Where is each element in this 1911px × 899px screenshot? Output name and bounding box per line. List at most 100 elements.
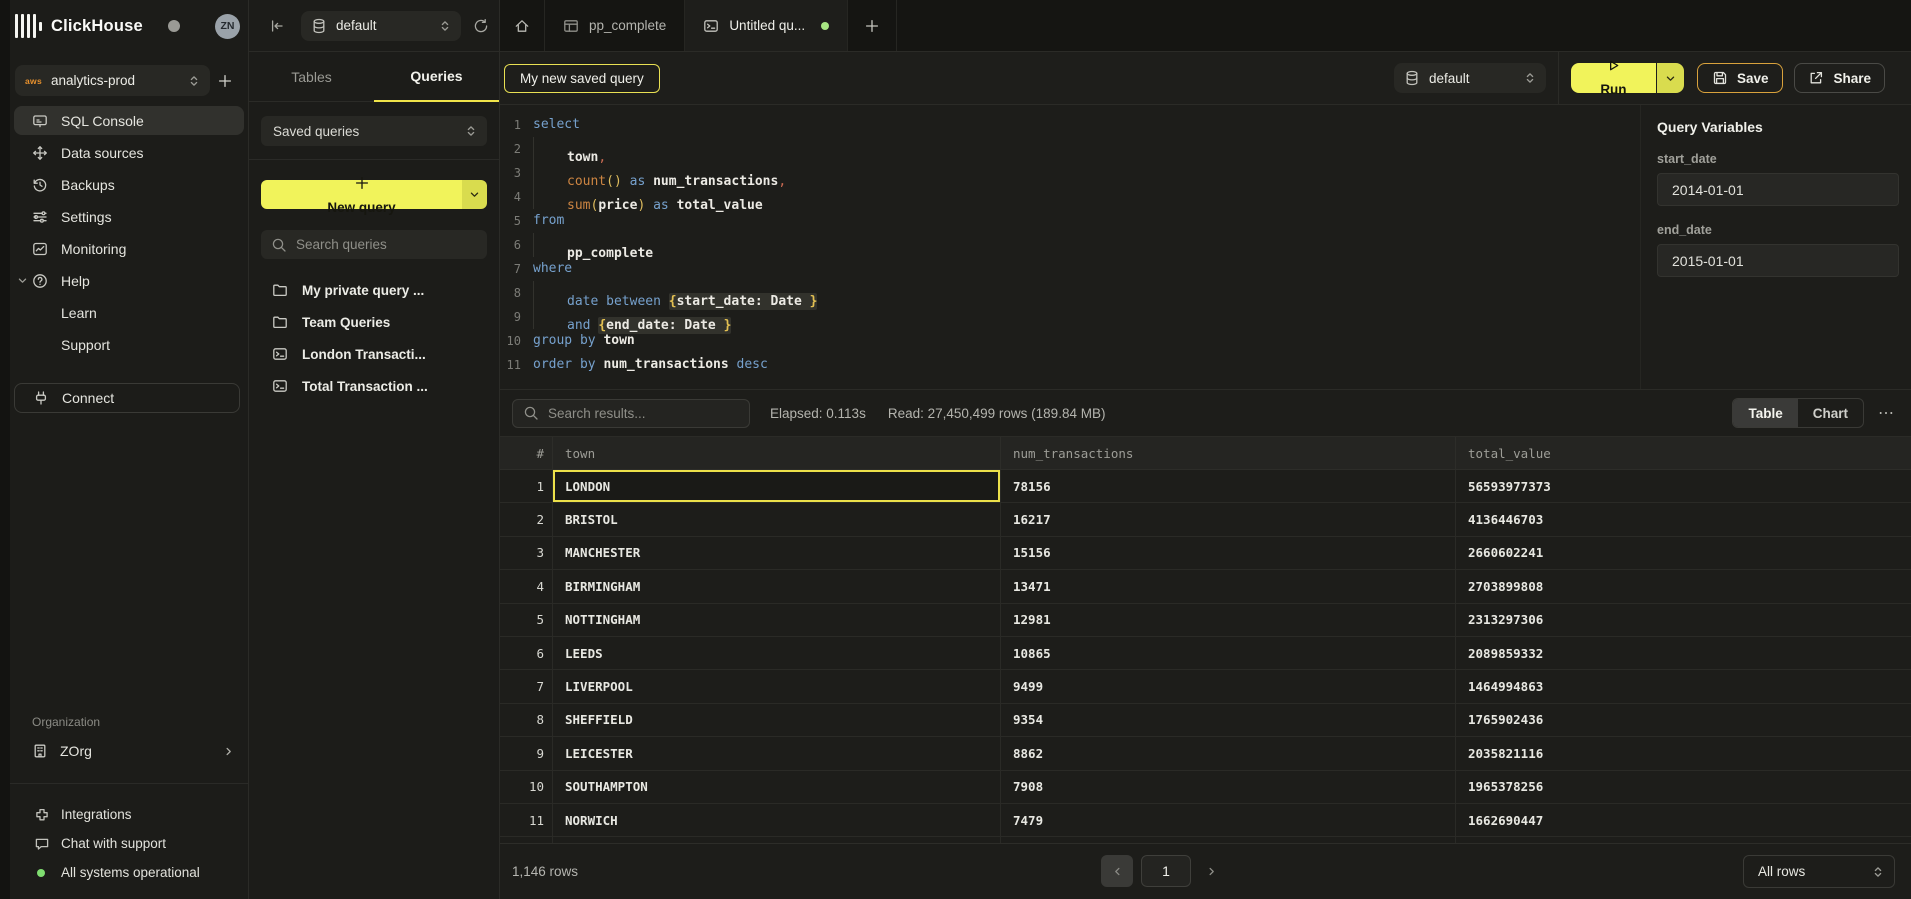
column-header-total_value[interactable]: total_value: [1455, 437, 1911, 469]
table-cell[interactable]: 78156: [1000, 470, 1455, 502]
sidebar-item-monitoring[interactable]: Monitoring: [14, 234, 244, 263]
table-cell[interactable]: 12981: [1000, 604, 1455, 636]
table-cell[interactable]: 56593977373: [1455, 470, 1911, 502]
table-icon: [563, 18, 579, 34]
column-header-index[interactable]: #: [500, 437, 552, 469]
saved-query-name-button[interactable]: My new saved query: [504, 64, 660, 93]
run-button[interactable]: Run: [1571, 63, 1684, 93]
table-cell[interactable]: 1464994863: [1455, 670, 1911, 702]
saved-queries-dropdown[interactable]: Saved queries: [261, 116, 487, 146]
more-options-icon[interactable]: ⋯: [1878, 403, 1895, 423]
tab-tables[interactable]: Tables: [249, 52, 374, 102]
table-cell[interactable]: 1765902436: [1455, 704, 1911, 736]
table-cell[interactable]: SHEFFIELD: [552, 704, 1000, 736]
organization-selector[interactable]: ZOrg: [10, 736, 248, 766]
save-icon: [1712, 70, 1728, 86]
table-cell[interactable]: 2703899808: [1455, 570, 1911, 602]
table-cell[interactable]: 16217: [1000, 503, 1455, 535]
read-stat: Read: 27,450,499 rows (189.84 MB): [888, 406, 1106, 421]
home-tab[interactable]: [500, 0, 545, 51]
table-cell[interactable]: 7908: [1000, 771, 1455, 803]
table-cell[interactable]: 1965378256: [1455, 771, 1911, 803]
elapsed-stat: Elapsed: 0.113s: [770, 406, 866, 421]
table-cell[interactable]: 1662690447: [1455, 804, 1911, 836]
table-cell[interactable]: 2313297306: [1455, 604, 1911, 636]
run-options-dropdown[interactable]: [1657, 63, 1684, 93]
table-cell[interactable]: 9499: [1000, 670, 1455, 702]
table-cell[interactable]: 4136446703: [1455, 503, 1911, 535]
save-button[interactable]: Save: [1697, 63, 1784, 93]
table-cell[interactable]: 2089859332: [1455, 637, 1911, 669]
table-cell[interactable]: 10865: [1000, 637, 1455, 669]
table-cell[interactable]: 15156: [1000, 537, 1455, 569]
database-name: default: [336, 18, 377, 33]
sidebar-item-data-sources[interactable]: Data sources: [14, 138, 244, 167]
table-cell[interactable]: 2035821116: [1455, 737, 1911, 769]
sql-editor[interactable]: 1select2town,3count() as num_transaction…: [500, 105, 1640, 389]
table-cell[interactable]: 8862: [1000, 737, 1455, 769]
service-selector[interactable]: aws analytics-prod: [15, 65, 210, 96]
page-size-selector[interactable]: All rows: [1743, 855, 1895, 888]
variable-input-end_date[interactable]: 2015-01-01: [1657, 244, 1899, 277]
view-chart-button[interactable]: Chart: [1798, 399, 1863, 427]
table-row: 2BRISTOL162174136446703: [500, 503, 1911, 536]
sidebar-item-help[interactable]: Help: [14, 266, 244, 295]
table-cell[interactable]: LEEDS: [552, 637, 1000, 669]
page-number-input[interactable]: 1: [1141, 855, 1191, 887]
add-service-button[interactable]: [210, 66, 240, 96]
search-results-input[interactable]: Search results...: [512, 399, 750, 428]
folder-icon: [272, 282, 288, 298]
sidebar-item-learn[interactable]: Learn: [14, 298, 244, 327]
sidebar-item-support[interactable]: Support: [14, 330, 244, 359]
saved-query-item[interactable]: Total Transaction ...: [261, 372, 487, 400]
new-tab-button[interactable]: [848, 0, 897, 51]
sidebar-item-backups[interactable]: Backups: [14, 170, 244, 199]
view-table-button[interactable]: Table: [1733, 399, 1797, 427]
table-cell[interactable]: NOTTINGHAM: [552, 604, 1000, 636]
table-cell[interactable]: 13471: [1000, 570, 1455, 602]
database-selector[interactable]: default: [301, 11, 461, 41]
column-header-num_transactions[interactable]: num_transactions: [1000, 437, 1455, 469]
table-cell[interactable]: LEICESTER: [552, 737, 1000, 769]
sidebar-item-settings[interactable]: Settings: [14, 202, 244, 231]
run-database-selector[interactable]: default: [1394, 63, 1546, 93]
terminal-icon: [272, 346, 288, 362]
sidebar-item-sql-console[interactable]: SQL Console: [14, 106, 244, 135]
table-cell[interactable]: 7479: [1000, 804, 1455, 836]
saved-query-item[interactable]: London Transacti...: [261, 340, 487, 368]
table-cell[interactable]: 2660602241: [1455, 537, 1911, 569]
table-cell[interactable]: BRISTOL: [552, 503, 1000, 535]
connect-button[interactable]: Connect: [14, 383, 240, 413]
prev-page-button[interactable]: [1101, 855, 1133, 887]
new-query-dropdown[interactable]: [462, 180, 487, 209]
variable-input-start_date[interactable]: 2014-01-01: [1657, 173, 1899, 206]
tab-pp-complete[interactable]: pp_complete: [545, 0, 685, 51]
table-cell[interactable]: SOUTHAMPTON: [552, 771, 1000, 803]
table-cell[interactable]: MANCHESTER: [552, 537, 1000, 569]
sidebar-link-integrations[interactable]: Integrations: [10, 800, 248, 829]
collapse-sidebar-icon[interactable]: [269, 18, 285, 34]
table-cell[interactable]: NORWICH: [552, 804, 1000, 836]
table-cell[interactable]: LIVERPOOL: [552, 670, 1000, 702]
sidebar-link-chat-with-support[interactable]: Chat with support: [10, 829, 248, 858]
table-cell[interactable]: 9354: [1000, 704, 1455, 736]
next-page-button[interactable]: [1206, 866, 1217, 877]
avatar[interactable]: ZN: [215, 14, 240, 39]
row-index: 9: [500, 737, 552, 769]
tab-queries[interactable]: Queries: [374, 52, 499, 102]
chevron-down-icon: [17, 275, 28, 286]
table-cell[interactable]: LONDON: [552, 470, 1000, 502]
new-query-button[interactable]: New query: [261, 180, 487, 209]
saved-query-label: London Transacti...: [302, 347, 426, 362]
line-number: 10: [500, 329, 533, 353]
column-header-town[interactable]: town: [552, 437, 1000, 469]
refresh-icon[interactable]: [473, 18, 489, 34]
tab-untitled-query[interactable]: Untitled qu...: [685, 0, 848, 51]
search-queries-input[interactable]: Search queries: [261, 230, 487, 259]
query-toolbar-right: default Run Save Share: [1394, 52, 1885, 105]
table-cell[interactable]: BIRMINGHAM: [552, 570, 1000, 602]
saved-query-item[interactable]: Team Queries: [261, 308, 487, 336]
sidebar-link-all-systems-operational[interactable]: All systems operational: [10, 858, 248, 887]
share-button[interactable]: Share: [1794, 63, 1885, 93]
saved-query-item[interactable]: My private query ...: [261, 276, 487, 304]
